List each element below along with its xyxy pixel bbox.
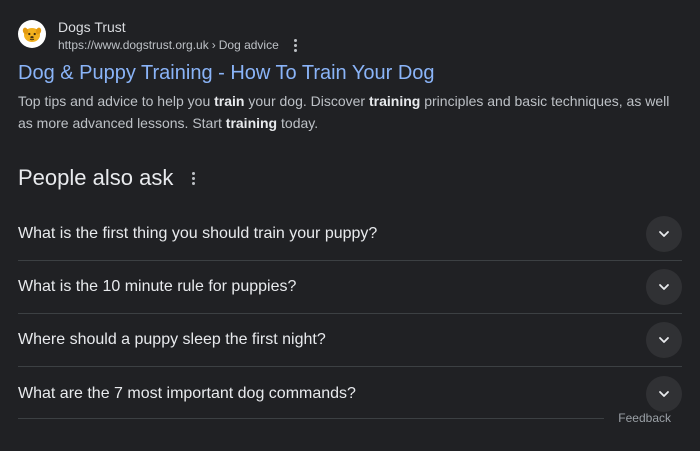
snippet-highlight: training: [368, 93, 421, 109]
search-results-page: Dogs Trust https://www.dogstrust.org.uk …: [0, 0, 700, 451]
dog-face-icon[interactable]: [18, 20, 46, 48]
site-url[interactable]: https://www.dogstrust.org.uk: [58, 36, 209, 54]
paa-question: What is the 10 minute rule for puppies?: [18, 278, 297, 295]
paa-question-item[interactable]: Where should a puppy sleep the first nig…: [18, 314, 682, 367]
chevron-down-icon[interactable]: [646, 216, 682, 252]
paa-question-item[interactable]: What is the first thing you should train…: [18, 208, 682, 261]
feedback-link[interactable]: Feedback: [618, 410, 671, 426]
paa-list: What is the first thing you should train…: [18, 208, 682, 420]
snippet-text: your dog. Discover: [244, 93, 369, 109]
paa-question: Where should a puppy sleep the first nig…: [18, 331, 326, 348]
result-site-meta: Dogs Trust https://www.dogstrust.org.uk …: [58, 16, 301, 54]
breadcrumb: Dog advice: [218, 38, 279, 52]
result-site-row: Dogs Trust https://www.dogstrust.org.uk …: [18, 16, 682, 56]
breadcrumb-separator: ›: [211, 38, 216, 52]
chevron-down-icon[interactable]: [646, 375, 682, 412]
site-name[interactable]: Dogs Trust: [58, 18, 301, 36]
paa-title: People also ask: [18, 165, 174, 190]
paa-question-item[interactable]: What are the 7 most important dog comman…: [18, 367, 682, 420]
people-also-ask: People also ask What is the first thing …: [18, 160, 682, 420]
snippet-highlight: train: [214, 93, 245, 109]
more-vert-icon[interactable]: [291, 38, 301, 52]
divider: [18, 418, 604, 419]
chevron-down-icon[interactable]: [646, 269, 682, 305]
snippet-text: today.: [277, 115, 319, 131]
site-url-row: https://www.dogstrust.org.uk › Dog advic…: [58, 36, 301, 54]
result-snippet: Top tips and advice to help you train yo…: [18, 90, 682, 134]
more-vert-icon[interactable]: [189, 170, 197, 186]
result-title-link[interactable]: Dog & Puppy Training - How To Train Your…: [18, 60, 682, 86]
search-result: Dogs Trust https://www.dogstrust.org.uk …: [18, 16, 682, 134]
paa-question: What are the 7 most important dog comman…: [18, 384, 356, 402]
snippet-text: Top tips and advice to help you: [18, 93, 215, 109]
paa-question: What is the first thing you should train…: [18, 225, 378, 242]
paa-header: People also ask: [18, 160, 682, 196]
snippet-highlight: training: [225, 115, 278, 131]
paa-question-item[interactable]: What is the 10 minute rule for puppies?: [18, 261, 682, 314]
chevron-down-icon[interactable]: [646, 322, 682, 358]
